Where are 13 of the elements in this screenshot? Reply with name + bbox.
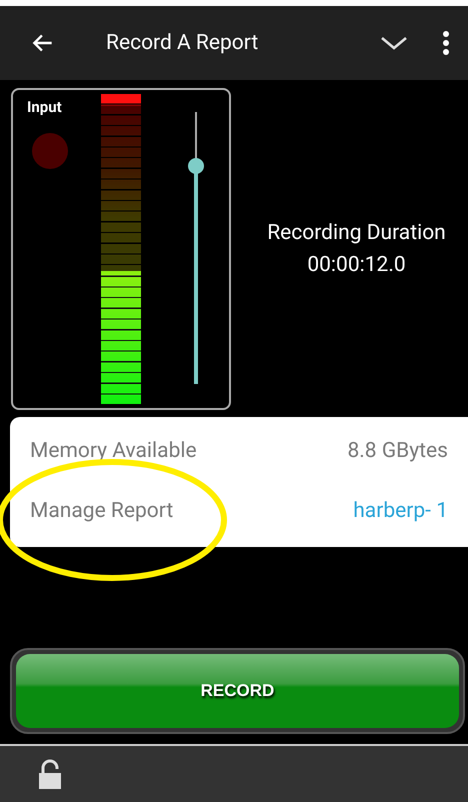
- padlock-icon[interactable]: [38, 759, 62, 789]
- duration-label: Recording Duration: [266, 220, 447, 247]
- row-label: Memory Available: [30, 439, 197, 463]
- slider-thumb[interactable]: [188, 158, 204, 174]
- screen-title: Record A Report: [106, 31, 260, 55]
- report-link[interactable]: harberp- 1: [353, 499, 448, 523]
- duration-value: 00:00:12.0: [306, 252, 407, 279]
- row-value: 8.8 GBytes: [347, 439, 448, 463]
- chevron-down-icon[interactable]: [380, 35, 408, 51]
- more-menu-icon[interactable]: [442, 30, 450, 56]
- row-label: Manage Report: [30, 499, 174, 523]
- input-label: Input: [27, 98, 63, 116]
- record-button[interactable]: RECORD: [16, 654, 459, 728]
